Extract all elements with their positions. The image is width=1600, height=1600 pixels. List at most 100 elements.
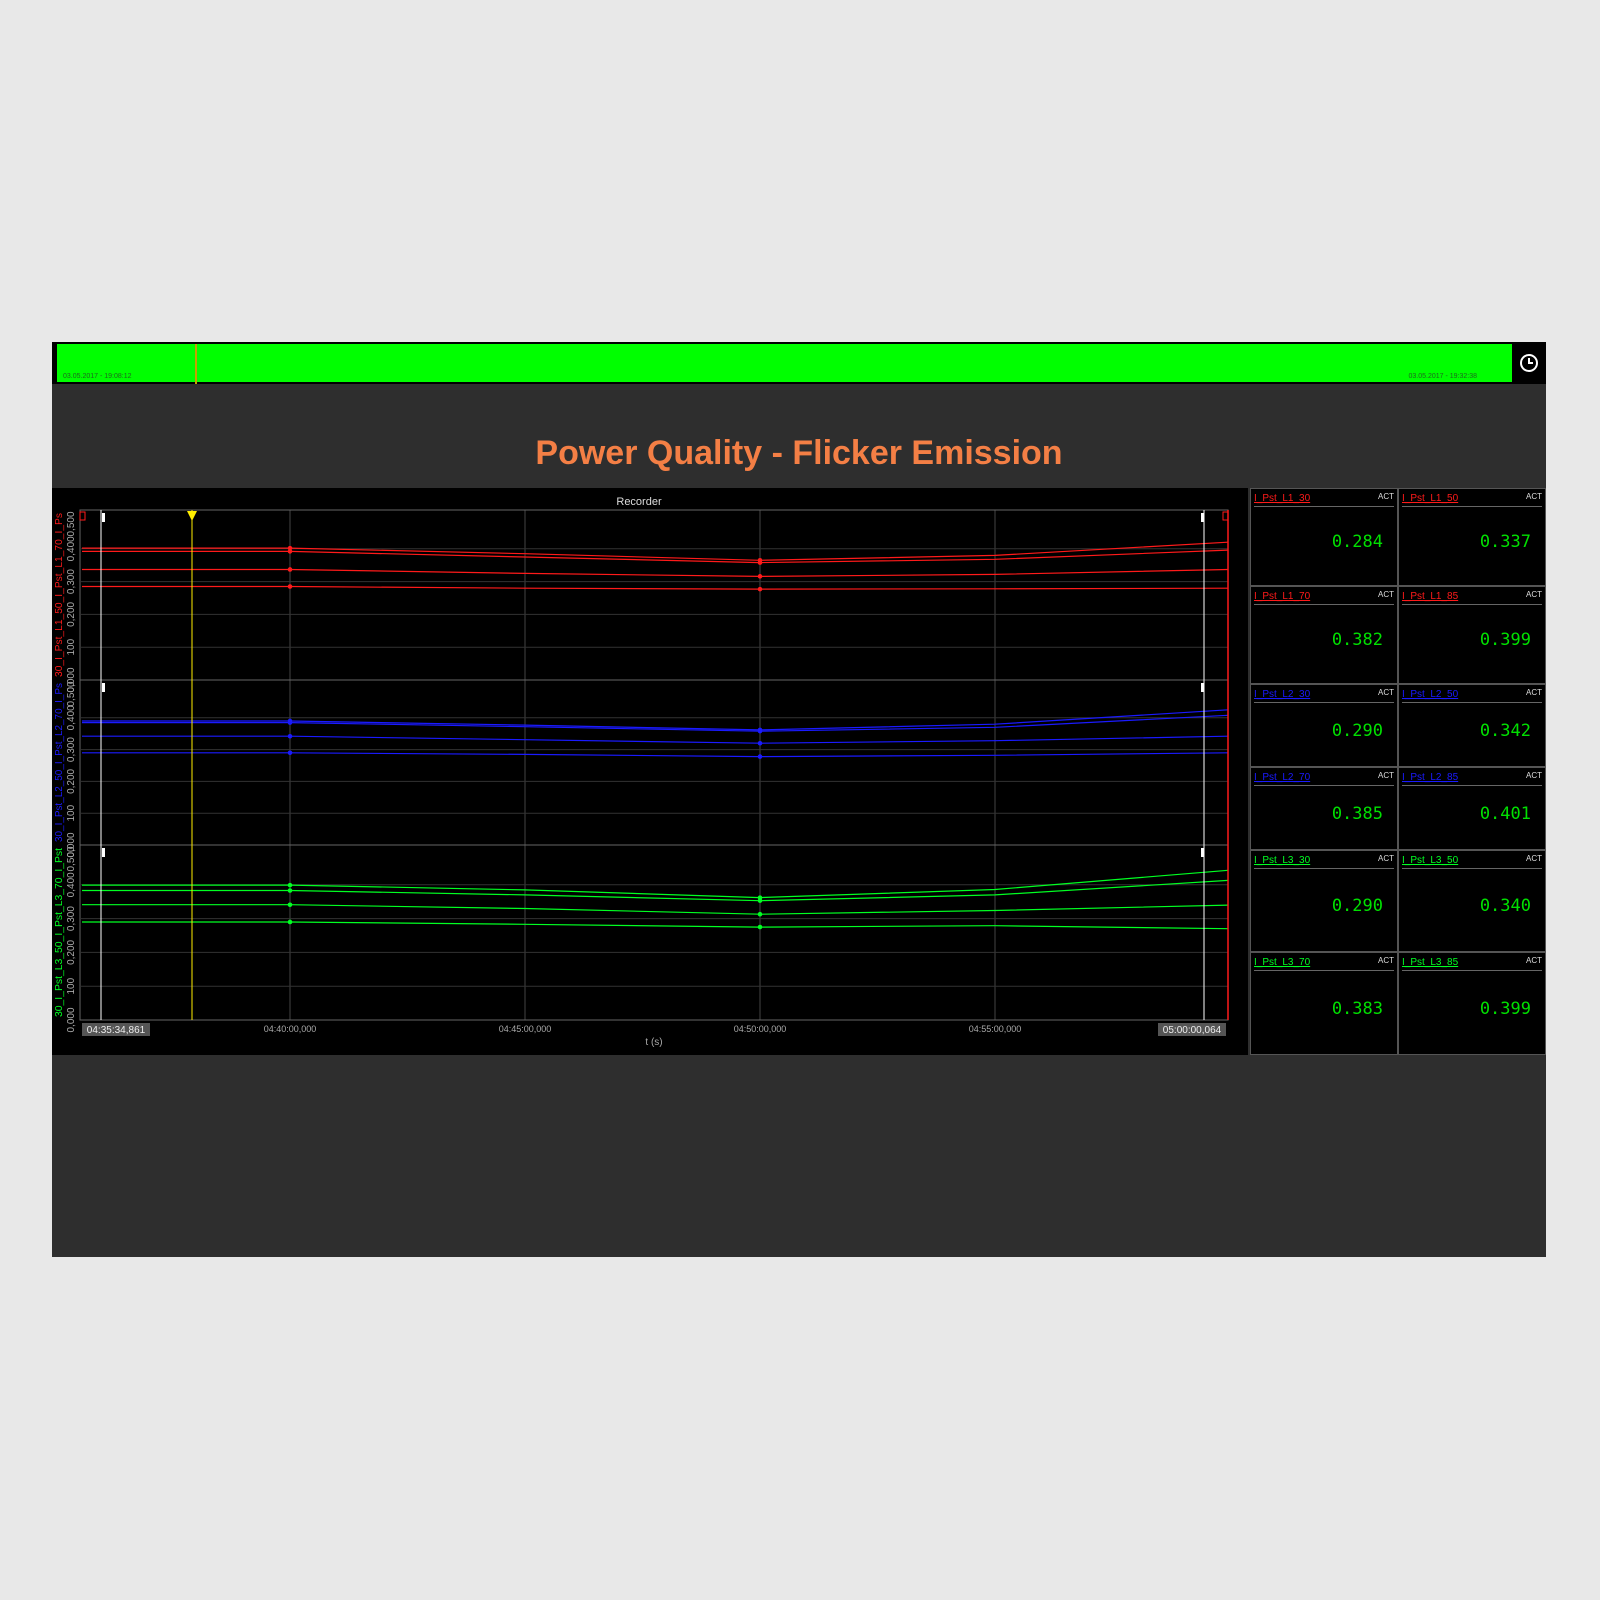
y-tick-label-L2-5: 0,500	[66, 681, 77, 706]
panel-frame-L1	[79, 509, 1229, 681]
recorder-chart[interactable]: Recorder 0,000 100 0,200 0,300 0,400 0,500 30_I…	[52, 488, 1248, 1055]
series-point-I_Pst_L2_50-1	[287, 733, 293, 739]
series-line-I_Pst_L2_50	[82, 735, 1229, 744]
value-tile[interactable]: I_Pst_L2_70 ACT 0.385	[1250, 767, 1398, 850]
timeline-bar[interactable]: 03.05.2017 - 19:08:12 03.05.2017 - 19:32…	[52, 342, 1546, 384]
series-point-I_Pst_L3_30-3	[757, 924, 763, 930]
tile-act-label: ACT	[1526, 688, 1542, 697]
series-line-I_Pst_L2_85	[82, 709, 1229, 731]
series-point-I_Pst_L1_30-3	[757, 586, 763, 592]
series-point-I_Pst_L3_85-3	[757, 895, 763, 900]
tile-channel-name: I_Pst_L2_70	[1254, 772, 1311, 783]
series-point-I_Pst_L1_30-1	[287, 584, 293, 589]
value-tile[interactable]: I_Pst_L3_30 ACT 0.290	[1250, 850, 1398, 952]
tile-header: I_Pst_L1_70 ACT	[1254, 589, 1394, 605]
tile-act-label: ACT	[1378, 854, 1394, 863]
clock-icon[interactable]	[1512, 342, 1546, 384]
series-point-I_Pst_L1_85-1	[287, 545, 293, 551]
tile-header: I_Pst_L2_85 ACT	[1402, 770, 1542, 786]
value-tile[interactable]: I_Pst_L3_85 ACT 0.399	[1398, 952, 1546, 1055]
series-point-I_Pst_L1_85-3	[757, 557, 763, 563]
series-line-I_Pst_L1_50	[82, 568, 1229, 578]
tile-value: 0.399	[1479, 998, 1531, 1019]
tile-act-label: ACT	[1526, 492, 1542, 501]
y-tick-label-L2-1: 100	[66, 804, 77, 821]
series-point-I_Pst_L1_50-1	[287, 567, 293, 572]
series-point-I_Pst_L2_30-3	[757, 754, 763, 759]
range-handle-left-L2	[102, 683, 105, 692]
tile-channel-name: I_Pst_L3_30	[1254, 855, 1311, 866]
tile-header: I_Pst_L1_85 ACT	[1402, 589, 1542, 605]
x-tick-label-3: 04:55:00,000	[969, 1024, 1022, 1034]
x-tick-label-0: 04:40:00,000	[264, 1024, 317, 1034]
value-tile[interactable]: I_Pst_L1_70 ACT 0.382	[1250, 586, 1398, 684]
tile-header: I_Pst_L2_30 ACT	[1254, 687, 1394, 703]
timeline-start-label: 03.05.2017 - 19:08:12	[63, 373, 132, 380]
y-tick-label-L3-2: 0,200	[66, 939, 77, 964]
tile-value: 0.337	[1479, 532, 1531, 552]
tile-act-label: ACT	[1378, 771, 1394, 780]
x-tick-label-2: 04:50:00,000	[734, 1024, 787, 1034]
tile-act-label: ACT	[1378, 956, 1394, 965]
tile-value: 0.342	[1479, 720, 1531, 741]
tile-header: I_Pst_L3_85 ACT	[1402, 955, 1542, 971]
channel-label-L2: 30_I_Pst_L2_50_I_Pst_L2_70_I_Ps	[54, 683, 65, 842]
tile-act-label: ACT	[1378, 492, 1394, 501]
tile-value: 0.340	[1479, 896, 1531, 916]
series-line-I_Pst_L1_30	[82, 585, 1229, 590]
channel-label-L3: 30_I_Pst_L3_50_I_Pst_L3_70_I_Pst	[54, 848, 65, 1017]
value-tile[interactable]: I_Pst_L1_85 ACT 0.399	[1398, 586, 1546, 684]
recorder-title: Recorder	[616, 496, 662, 508]
range-handle-left-L3	[102, 848, 105, 857]
series-point-I_Pst_L2_85-1	[287, 718, 293, 724]
tile-channel-name: I_Pst_L1_70	[1254, 591, 1311, 602]
tile-header: I_Pst_L1_30 ACT	[1254, 491, 1394, 507]
series-line-I_Pst_L3_30	[82, 921, 1229, 930]
tile-act-label: ACT	[1526, 956, 1542, 965]
value-tile[interactable]: I_Pst_L2_30 ACT 0.290	[1250, 684, 1398, 767]
series-point-I_Pst_L2_30-1	[287, 750, 293, 756]
y-tick-label-L1-2: 0,200	[66, 601, 77, 626]
recorder-plot[interactable]: Recorder0,0001000,2000,3000,4000,50030_I…	[52, 488, 1248, 1055]
left-edge-tag	[79, 511, 86, 521]
tile-act-label: ACT	[1526, 854, 1542, 863]
y-tick-label-L3-4: 0,400	[66, 872, 77, 897]
tile-act-label: ACT	[1526, 771, 1542, 780]
y-tick-label-L2-4: 0,400	[66, 705, 77, 730]
x-axis-label: t (s)	[645, 1037, 662, 1048]
timeline-range[interactable]: 03.05.2017 - 19:08:12 03.05.2017 - 19:32…	[57, 344, 1512, 384]
tile-channel-name: I_Pst_L3_50	[1402, 855, 1459, 866]
timeline-cursor[interactable]	[195, 344, 198, 384]
tile-channel-name: I_Pst_L2_30	[1254, 689, 1311, 700]
tile-channel-name: I_Pst_L1_50	[1402, 493, 1459, 504]
value-tile[interactable]: I_Pst_L1_30 ACT 0.284	[1250, 488, 1398, 586]
tile-act-label: ACT	[1378, 688, 1394, 697]
series-point-I_Pst_L3_50-3	[757, 911, 763, 917]
tile-value: 0.399	[1479, 630, 1531, 650]
x-end-label: 05:00:00,064	[1163, 1025, 1222, 1036]
panel-frame-L3	[79, 844, 1229, 1021]
series-point-I_Pst_L2_50-3	[757, 740, 763, 746]
y-tick-label-L2-3: 0,300	[66, 737, 77, 762]
tile-channel-name: I_Pst_L1_85	[1402, 591, 1459, 602]
tile-channel-name: I_Pst_L2_85	[1402, 772, 1459, 783]
tile-header: I_Pst_L2_70 ACT	[1254, 770, 1394, 786]
time-cursor-marker-icon	[187, 511, 197, 521]
tile-act-label: ACT	[1378, 590, 1394, 599]
value-tile[interactable]: I_Pst_L3_50 ACT 0.340	[1398, 850, 1546, 952]
tile-value: 0.385	[1331, 803, 1383, 824]
value-tile[interactable]: I_Pst_L2_85 ACT 0.401	[1398, 767, 1546, 850]
tile-channel-name: I_Pst_L3_70	[1254, 957, 1311, 968]
series-line-I_Pst_L2_30	[82, 752, 1229, 758]
tile-value: 0.284	[1331, 532, 1383, 552]
tile-value: 0.290	[1331, 720, 1383, 741]
y-tick-label-L2-2: 0,200	[66, 768, 77, 793]
value-tile[interactable]: I_Pst_L2_50 ACT 0.342	[1398, 684, 1546, 767]
tile-value: 0.290	[1331, 896, 1383, 916]
series-line-I_Pst_L3_50	[82, 904, 1229, 915]
y-tick-label-L1-4: 0,400	[66, 536, 77, 561]
page-title: Power Quality - Flicker Emission	[535, 434, 1063, 472]
value-tile[interactable]: I_Pst_L1_50 ACT 0.337	[1398, 488, 1546, 586]
value-tile[interactable]: I_Pst_L3_70 ACT 0.383	[1250, 952, 1398, 1055]
tile-act-label: ACT	[1526, 590, 1542, 599]
